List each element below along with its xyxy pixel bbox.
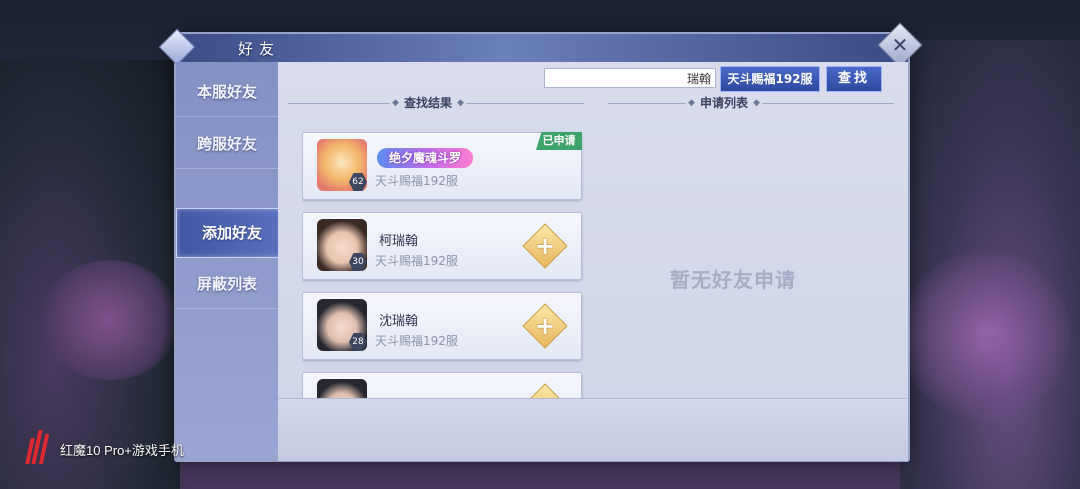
bottom-panel: [278, 398, 908, 461]
results-section-title: 查找结果: [390, 95, 467, 111]
requests-section-title: 申请列表: [686, 95, 763, 111]
title-badge: 绝夕魔魂斗罗: [377, 148, 474, 168]
applied-status-badge: 已申请: [536, 132, 582, 150]
sidebar-item-server-friends[interactable]: 本服好友: [176, 68, 278, 117]
sidebar: 本服好友 跨服好友 添加好友 屏蔽列表: [176, 62, 288, 460]
close-icon[interactable]: ✕: [890, 33, 910, 57]
sidebar-item-add-friend[interactable]: 添加好友: [176, 208, 288, 258]
dialog-title: 好友: [238, 40, 281, 58]
result-card[interactable]: 30 柯瑞翰 天斗赐福192服 +: [302, 212, 582, 280]
server-label: 天斗赐福192服: [375, 254, 458, 268]
server-label: 天斗赐福192服: [375, 334, 458, 348]
result-card[interactable]: 28 沈瑞翰 天斗赐福192服 +: [302, 292, 582, 360]
background-blossom-right: [900, 250, 1070, 420]
plus-icon[interactable]: +: [529, 230, 561, 262]
search-input[interactable]: 瑞翰: [544, 68, 716, 88]
result-card[interactable]: 62 绝夕魔魂斗罗 天斗赐福192服 已申请: [302, 132, 582, 200]
empty-requests-message: 暂无好友申请: [670, 268, 796, 292]
phone-watermark-text: 红魔10 Pro+游戏手机: [60, 443, 184, 458]
plus-icon[interactable]: +: [529, 310, 561, 342]
search-results-list[interactable]: 62 绝夕魔魂斗罗 天斗赐福192服 已申请 30 柯瑞翰 天斗赐福192服 +…: [302, 124, 584, 424]
server-select-button[interactable]: 天斗赐福192服: [720, 66, 820, 92]
sidebar-item-block-list[interactable]: 屏蔽列表: [176, 260, 278, 309]
main-content: 瑞翰 天斗赐福192服 查找 查找结果 申请列表 62 绝夕魔魂斗罗 天斗赐福1…: [278, 62, 908, 461]
background-blossom-left: [40, 260, 180, 380]
player-name: 沈瑞翰: [379, 314, 419, 329]
search-button[interactable]: 查找: [826, 66, 882, 92]
server-label: 天斗赐福192服: [375, 174, 458, 188]
player-name: 柯瑞翰: [379, 234, 419, 249]
friends-dialog: 好友 ✕ 本服好友 跨服好友 添加好友 屏蔽列表 瑞翰 天斗赐福192服 查找 …: [158, 22, 923, 462]
dialog-titlebar: 好友 ✕: [158, 22, 923, 68]
sidebar-item-cross-server-friends[interactable]: 跨服好友: [176, 120, 278, 169]
phone-brand-logo-icon: [25, 430, 52, 464]
